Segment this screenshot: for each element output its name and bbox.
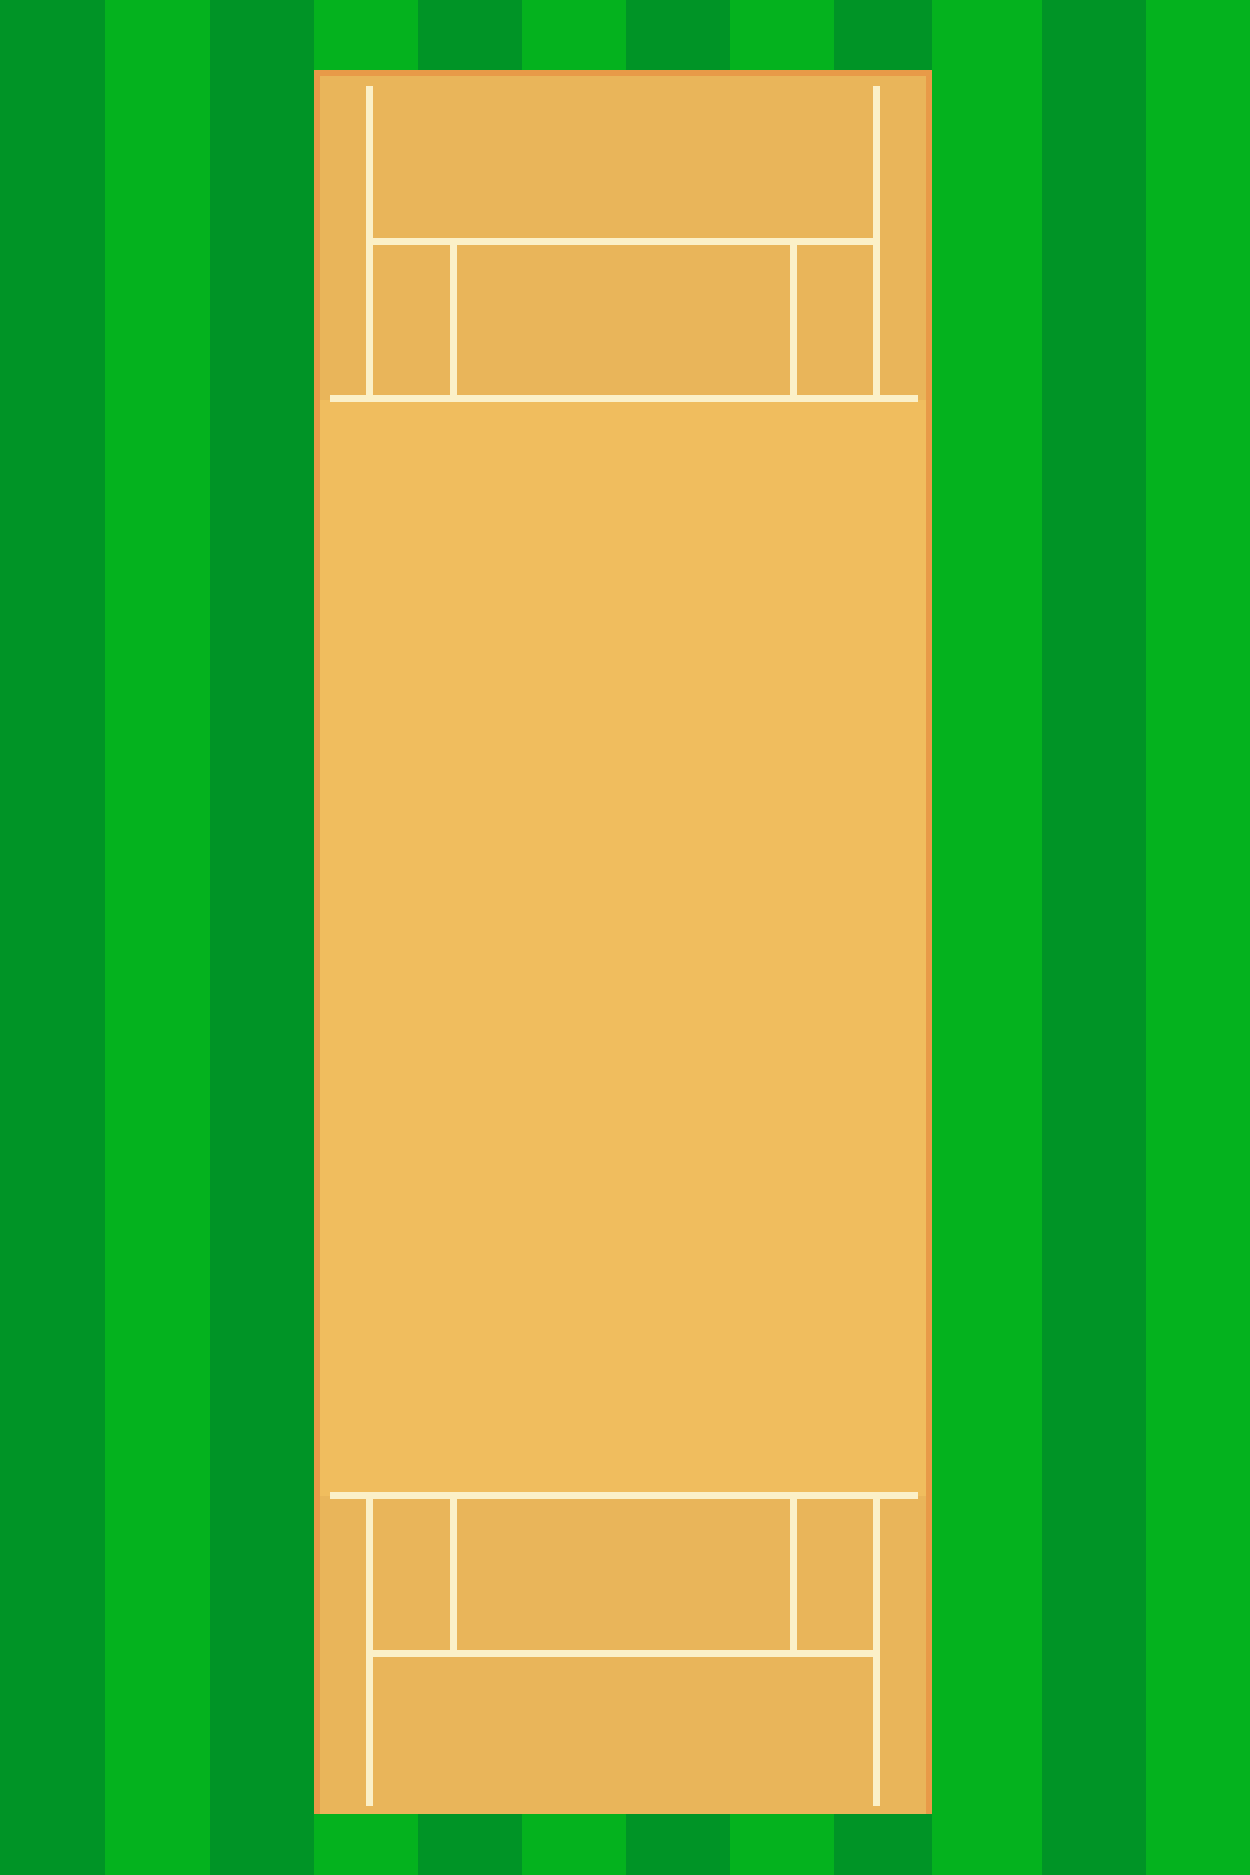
popping-crease-bottom [330,1492,918,1499]
stump-line-left-bottom [450,1492,457,1656]
cricket-field [0,0,1250,1875]
stump-line-right-bottom [790,1492,797,1656]
return-crease-right-bottom [873,1492,880,1806]
popping-crease-top [330,395,918,402]
return-crease-left-bottom [366,1492,373,1806]
grass-stripe [1042,0,1146,1875]
pitch [314,70,932,1814]
grass-stripe [1146,0,1250,1875]
stump-line-right-top [790,238,797,402]
bowling-crease-bottom [366,1650,880,1657]
bowling-crease-top [366,238,880,245]
grass-stripe [105,0,210,1875]
grass-stripe [932,0,1042,1875]
stump-line-left-top [450,238,457,402]
grass-stripe [210,0,314,1875]
grass-stripe [0,0,105,1875]
